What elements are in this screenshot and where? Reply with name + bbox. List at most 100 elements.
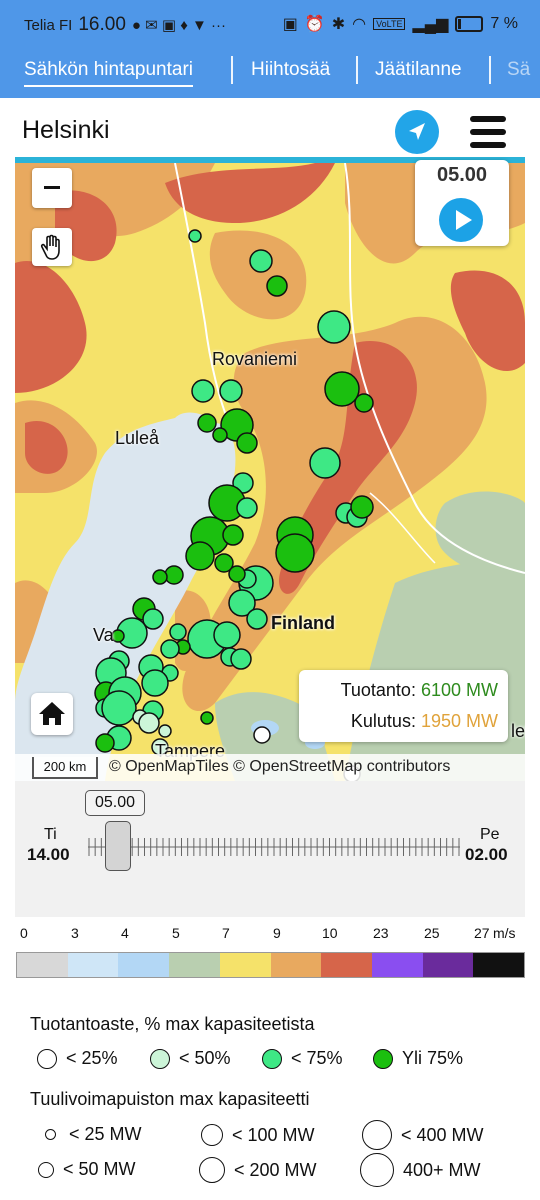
play-button[interactable]	[439, 198, 483, 242]
wind-farm-marker	[249, 249, 273, 273]
production-value: 6100 MW	[420, 680, 498, 700]
legend-production-item: Yli 75%	[373, 1048, 463, 1069]
colorbar-segment	[17, 953, 68, 977]
colorbar-segment	[169, 953, 220, 977]
legend-label: Yli 75%	[402, 1048, 464, 1068]
place-label-edge: let	[511, 721, 525, 741]
navigation-arrow-icon	[409, 123, 425, 140]
legend-circle-icon	[199, 1157, 225, 1183]
home-icon	[39, 702, 65, 725]
wind-farm-marker	[152, 569, 168, 585]
notification-icons: ● ✉ ▣ ♦ ▼ ···	[131, 17, 227, 34]
tab-ice-situation[interactable]: Jäätilanne	[375, 59, 462, 81]
legend-production-item: < 75%	[262, 1048, 343, 1069]
slider-handle[interactable]	[105, 821, 131, 871]
legend-circle-icon	[37, 1048, 57, 1069]
wind-farm-marker	[191, 379, 215, 403]
menu-button[interactable]	[470, 114, 506, 150]
legend-label: < 50%	[179, 1048, 231, 1068]
tab-bar: Sähkön hintapuntari Hiihtosää Jäätilanne…	[0, 50, 540, 98]
wind-speed-label: 9	[273, 925, 281, 941]
slider-end-hour: 02.00	[465, 845, 508, 864]
wind-speed-label: 4	[121, 925, 129, 941]
wind-speed-label: 10	[322, 925, 338, 941]
wind-farm-marker	[236, 432, 258, 454]
colorbar-segment	[473, 953, 525, 977]
wind-speed-colorbar	[16, 952, 525, 978]
scale-label: 200 km	[43, 759, 87, 774]
slider-current-time: 05.00	[85, 790, 145, 816]
wind-farm-marker	[138, 712, 160, 734]
city-title: Helsinki	[22, 116, 110, 144]
wind-farm-marker	[141, 669, 169, 697]
battery-icon	[455, 16, 484, 32]
wind-farm-marker	[350, 495, 374, 519]
tab-electricity-price[interactable]: Sähkön hintapuntari	[24, 59, 194, 87]
colorbar-segment	[422, 953, 474, 977]
legend-capacity-item: < 50 MW	[38, 1159, 136, 1180]
wind-speed-label: 7	[222, 925, 230, 941]
legend-circle-icon	[362, 1120, 392, 1150]
legend-capacity-item: 400+ MW	[360, 1153, 481, 1187]
signal-icon: ▂▄▆	[412, 16, 449, 33]
slider-end-day: Pe	[480, 826, 500, 843]
attribution-text[interactable]: © OpenMapTiles © OpenStreetMap contribut…	[109, 758, 450, 776]
tab-weather[interactable]: Sä	[507, 59, 530, 81]
colorbar-segment	[118, 953, 170, 977]
colorbar-segment	[270, 953, 322, 977]
legend-capacity-item: < 25 MW	[40, 1124, 142, 1145]
wind-farm-marker	[197, 413, 217, 433]
legend-circle-icon	[201, 1124, 223, 1146]
wind-speed-label: 23	[373, 925, 389, 941]
tab-separator	[356, 56, 358, 84]
slider-start-day: Ti	[44, 826, 57, 843]
place-label-rovaniemi: Rovaniemi	[212, 349, 298, 369]
clock: 16.00	[78, 14, 126, 35]
minus-icon	[44, 186, 60, 189]
page-header: Helsinki	[0, 98, 540, 158]
slider-start-hour: 14.00	[27, 845, 70, 864]
tab-separator	[489, 56, 491, 84]
legend-capacity-item: < 200 MW	[199, 1157, 317, 1183]
wind-farm-marker	[213, 621, 241, 649]
tab-separator	[231, 56, 233, 84]
wind-farm-marker	[95, 733, 115, 753]
map-time-label: 05.00	[436, 164, 488, 186]
locate-button[interactable]	[395, 110, 439, 154]
legend-label: < 75%	[291, 1048, 343, 1068]
wind-farm-marker	[253, 726, 271, 744]
place-label-finland: Finland	[271, 613, 335, 633]
wind-farm-marker	[200, 711, 214, 725]
wind-farm-marker	[309, 447, 341, 479]
wind-farm-marker	[230, 648, 252, 670]
wind-speed-label: 27	[474, 925, 490, 941]
wind-farm-marker	[246, 608, 268, 630]
home-button[interactable]	[31, 693, 73, 735]
volte-badge: VoLTE	[373, 18, 406, 30]
slider-track[interactable]	[88, 836, 460, 858]
colorbar-segment	[67, 953, 119, 977]
wind-farm-marker	[158, 724, 172, 738]
consumption-label: Kulutus:	[350, 711, 416, 731]
legend-capacity-item: < 100 MW	[201, 1124, 315, 1146]
capacity-legend-title: Tuulivoimapuiston max kapasiteetti	[30, 1089, 310, 1109]
nfc-icon: ▣	[282, 16, 298, 33]
wind-farm-marker	[101, 690, 137, 726]
tab-ski-weather[interactable]: Hiihtosää	[251, 59, 330, 81]
hand-icon	[40, 234, 60, 260]
wind-farm-marker	[236, 497, 258, 519]
scale-bar: 200 km	[32, 757, 98, 779]
wind-farm-marker	[275, 533, 315, 573]
carrier-label: Telia FI	[24, 16, 73, 34]
legend-label: < 25%	[66, 1048, 118, 1068]
zoom-out-button[interactable]	[32, 168, 72, 208]
colorbar-segment	[219, 953, 271, 977]
production-legend-title: Tuotantoaste, % max kapasiteetista	[30, 1014, 315, 1034]
hamburger-menu-icon	[470, 116, 506, 122]
pan-button[interactable]	[32, 228, 72, 266]
legend-production-item: < 25%	[37, 1048, 118, 1069]
play-icon	[456, 210, 472, 230]
wind-farm-marker	[212, 427, 228, 443]
wind-farm-marker	[188, 229, 202, 243]
place-label-vaasa: Va	[93, 625, 114, 645]
